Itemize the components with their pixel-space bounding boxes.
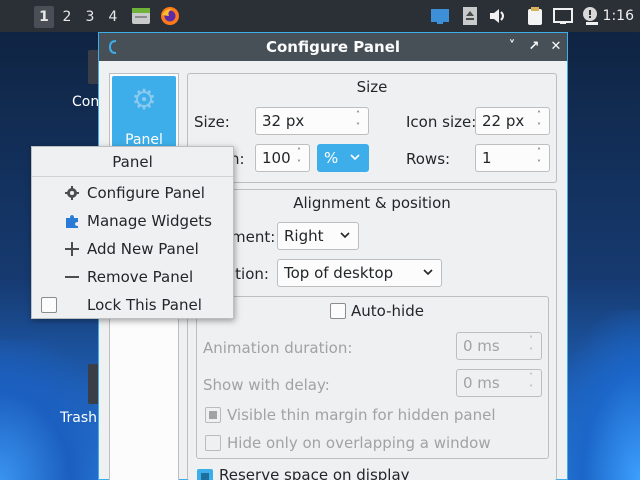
desktop-switch-3[interactable]: 3 [80,6,100,28]
screen-icon[interactable] [430,6,450,26]
menu-item-lock-panel[interactable]: Lock This Panel [32,291,233,319]
menu-title: Panel [32,147,233,177]
size-spinbox[interactable]: 32 px ˄ ˅ [255,107,369,135]
network-icon[interactable] [553,6,573,26]
icon-size-label: Icon size: [406,113,477,131]
size-value: 32 px [262,112,305,130]
puzzle-icon [66,215,78,228]
show-delay-value: 0 ms [463,374,500,392]
maximize-icon[interactable]: ↗ [525,37,543,57]
menu-item-label: Configure Panel [87,184,205,202]
spin-arrows-icon[interactable]: ˄ ˅ [293,146,305,170]
desktop-switch-2[interactable]: 2 [57,6,77,28]
position-select[interactable]: Top of desktop [277,259,442,287]
menu-item-label: Add New Panel [87,240,199,258]
overlap-checkbox[interactable] [205,435,221,451]
overlap-label: Hide only on overlapping a window [227,434,491,452]
desktop-icon-label: Con [72,94,100,110]
desktop-icon-trash[interactable]: Trash [60,360,100,430]
show-delay-spinbox[interactable]: 0 ms ˄ ˅ [456,369,542,397]
rows-value: 1 [482,149,492,167]
alignment-value: Right [284,227,324,245]
thin-margin-checkbox[interactable] [205,407,221,423]
clock[interactable]: 1:16 [603,0,634,32]
length-value: 100 [262,149,291,167]
gear-icon [65,186,79,200]
autohide-checkbox[interactable] [330,303,346,319]
autohide-label[interactable]: Auto-hide [351,302,424,320]
menu-item-label: Remove Panel [87,268,194,286]
dialog-titlebar[interactable]: Configure Panel ˅ ↗ ✕ [99,33,567,61]
menu-item-label: Manage Widgets [87,212,212,230]
menu-item-remove-panel[interactable]: Remove Panel [32,263,233,291]
checkbox-icon[interactable] [41,297,57,313]
desktop-icon-config[interactable]: Con [72,50,100,114]
alignment-group-title: Alignment & position [293,194,451,212]
size-label: Size: [194,113,230,131]
file-manager-icon[interactable] [131,6,151,26]
notification-icon[interactable] [580,6,600,26]
clipboard-icon[interactable] [525,6,545,26]
desktop-switch-1[interactable]: 1 [34,6,54,28]
menu-item-add-new-panel[interactable]: Add New Panel [32,235,233,263]
icon-size-value: 22 px [482,112,525,130]
desktop-switch-4[interactable]: 4 [103,6,123,28]
thin-margin-label: Visible thin margin for hidden panel [227,406,496,424]
length-unit-value: % [324,149,339,167]
dialog-title: Configure Panel [265,38,401,56]
minimize-icon[interactable]: ˅ [503,37,521,57]
rows-label: Rows: [406,150,451,168]
gear-icon: ⚙ [131,83,157,116]
volume-icon[interactable] [488,6,508,26]
animation-duration-spinbox[interactable]: 0 ms ˄ ˅ [456,332,542,360]
reserve-space-checkbox[interactable] [197,469,213,480]
size-group-title: Size [356,78,388,96]
position-value: Top of desktop [284,264,394,282]
menu-item-manage-widgets[interactable]: Manage Widgets [32,207,233,235]
chevron-down-icon [423,269,433,276]
animation-duration-value: 0 ms [463,337,500,355]
spin-arrows-icon[interactable]: ˄ ˅ [533,109,545,133]
length-unit-select[interactable]: % [317,144,369,172]
chevron-down-icon [340,232,350,239]
close-icon[interactable]: ✕ [547,37,565,57]
plus-icon [65,242,79,256]
icon-size-spinbox[interactable]: 22 px ˄ ˅ [475,107,550,135]
alignment-select[interactable]: Right [277,222,359,250]
position-label: ition: [231,265,269,283]
minus-icon [65,276,79,278]
show-delay-label: Show with delay: [203,376,330,394]
reserve-space-label[interactable]: Reserve space on display [219,466,410,480]
menu-item-configure-panel[interactable]: Configure Panel [32,179,233,207]
animation-duration-label: Animation duration: [203,339,353,357]
spin-arrows-icon[interactable]: ˄ ˅ [525,371,537,395]
firefox-icon[interactable] [160,6,180,26]
chevron-down-icon [350,154,360,161]
spin-arrows-icon[interactable]: ˄ ˅ [533,146,545,170]
spin-arrows-icon[interactable]: ˄ ˅ [352,109,364,133]
menu-item-label: Lock This Panel [87,296,202,314]
length-spinbox[interactable]: 100 ˄ ˅ [255,144,310,172]
desktop-icon-label: Trash [60,410,97,426]
top-panel: 1 2 3 4 1:16 [0,0,640,32]
storage-icon[interactable] [460,6,480,26]
rows-spinbox[interactable]: 1 ˄ ˅ [475,144,550,172]
sidebar-item-panel[interactable]: ⚙ Panel [112,76,176,154]
spin-arrows-icon[interactable]: ˄ ˅ [525,334,537,358]
panel-context-menu: Panel Configure Panel Manage Widgets Add… [31,146,234,319]
alignment-label: ment: [231,228,276,246]
